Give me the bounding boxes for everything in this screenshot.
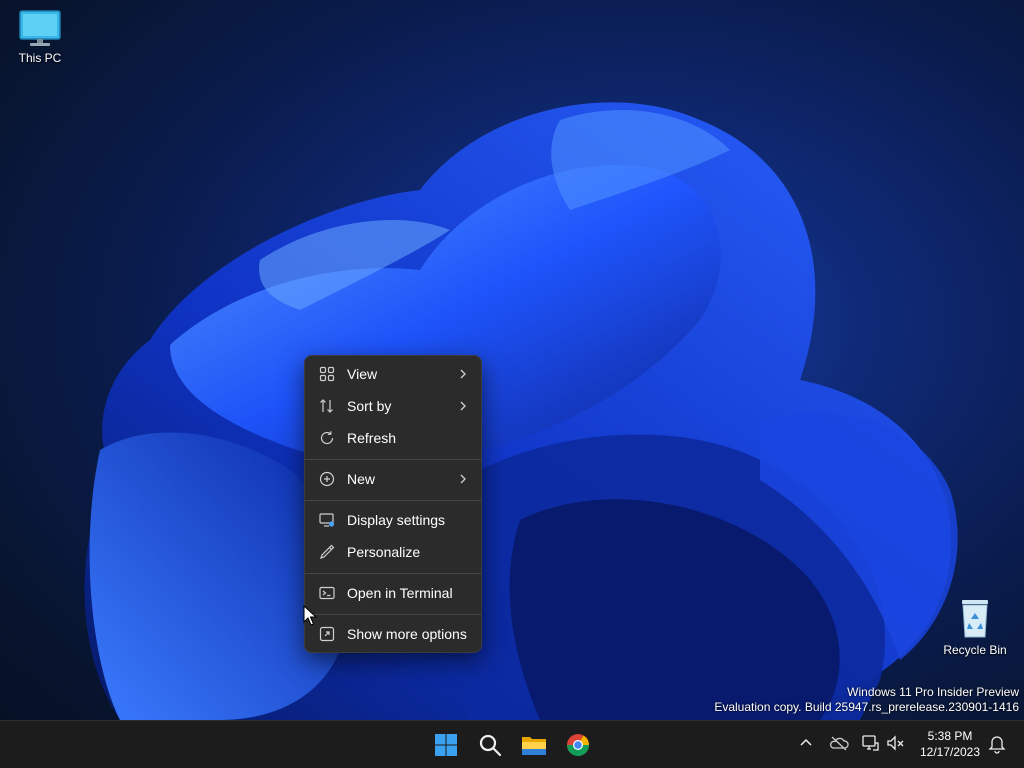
desktop-icon-label: This PC xyxy=(18,51,62,65)
menu-item-refresh[interactable]: Refresh xyxy=(309,423,477,453)
menu-item-sort-by[interactable]: Sort by xyxy=(309,391,477,421)
taskbar: 5:38 PM 12/17/2023 xyxy=(0,720,1024,768)
show-hidden-icons-button[interactable] xyxy=(794,731,818,755)
clock-date: 12/17/2023 xyxy=(919,745,981,759)
menu-item-view[interactable]: View xyxy=(309,359,477,389)
chevron-right-icon xyxy=(460,401,466,411)
menu-separator xyxy=(305,500,481,501)
volume-muted-icon xyxy=(887,735,904,751)
expand-icon xyxy=(319,626,335,642)
menu-item-label: Show more options xyxy=(347,626,467,642)
onedrive-offline-icon xyxy=(829,736,849,751)
menu-item-label: Personalize xyxy=(347,544,421,560)
recycle-bin-icon xyxy=(962,600,988,638)
wallpaper-bloom xyxy=(84,102,958,720)
clock-time: 5:38 PM xyxy=(927,729,973,743)
menu-separator xyxy=(305,614,481,615)
display-settings-icon xyxy=(319,513,335,527)
watermark-line-1: Windows 11 Pro Insider Preview xyxy=(847,685,1019,699)
search-button[interactable] xyxy=(472,727,508,763)
menu-item-label: New xyxy=(347,471,376,487)
network-tray-button[interactable] xyxy=(858,731,882,755)
onedrive-tray-button[interactable] xyxy=(827,731,851,755)
evaluation-watermark: Windows 11 Pro Insider Preview Evaluatio… xyxy=(714,685,1019,715)
chevron-up-icon xyxy=(800,738,812,746)
chevron-right-icon xyxy=(460,369,466,379)
desktop-context-menu: View Sort by Refresh New Display setting… xyxy=(304,355,482,653)
chrome-button[interactable] xyxy=(560,727,596,763)
file-explorer-icon xyxy=(522,737,546,755)
monitor-icon xyxy=(19,10,61,46)
menu-item-show-more-options[interactable]: Show more options xyxy=(309,619,477,649)
menu-item-new[interactable]: New xyxy=(309,464,477,494)
menu-item-label: Display settings xyxy=(347,512,446,528)
pen-icon xyxy=(320,544,335,559)
notifications-icon xyxy=(988,736,1006,754)
sort-icon xyxy=(320,399,333,413)
menu-item-label: Refresh xyxy=(347,430,397,446)
menu-item-personalize[interactable]: Personalize xyxy=(309,537,477,567)
start-icon xyxy=(435,734,457,756)
menu-item-open-in-terminal[interactable]: Open in Terminal xyxy=(309,578,477,608)
menu-separator xyxy=(305,459,481,460)
network-icon xyxy=(862,735,879,751)
start-button[interactable] xyxy=(428,727,464,763)
taskbar-clock[interactable]: 5:38 PM 12/17/2023 xyxy=(914,728,986,760)
refresh-icon xyxy=(320,431,334,445)
desktop-icon-label: Recycle Bin xyxy=(943,643,1007,657)
notifications-button[interactable] xyxy=(985,731,1009,755)
mouse-cursor-icon xyxy=(303,605,317,626)
grid-icon xyxy=(319,366,335,382)
menu-item-label: Sort by xyxy=(347,398,392,414)
volume-tray-button[interactable] xyxy=(884,731,908,755)
chevron-right-icon xyxy=(460,474,466,484)
desktop-icon-this-pc[interactable]: This PC xyxy=(0,8,80,65)
terminal-icon xyxy=(319,586,335,600)
watermark-line-2: Evaluation copy. Build 25947.rs_prerelea… xyxy=(714,700,1019,714)
file-explorer-button[interactable] xyxy=(516,727,552,763)
menu-item-display-settings[interactable]: Display settings xyxy=(309,505,477,535)
desktop-icon-recycle-bin[interactable]: Recycle Bin xyxy=(935,596,1015,657)
chrome-icon xyxy=(567,734,589,756)
menu-item-label: Open in Terminal xyxy=(347,585,453,601)
plus-circle-icon xyxy=(319,471,335,487)
menu-item-label: View xyxy=(347,366,378,382)
menu-separator xyxy=(305,573,481,574)
search-icon xyxy=(479,734,502,757)
